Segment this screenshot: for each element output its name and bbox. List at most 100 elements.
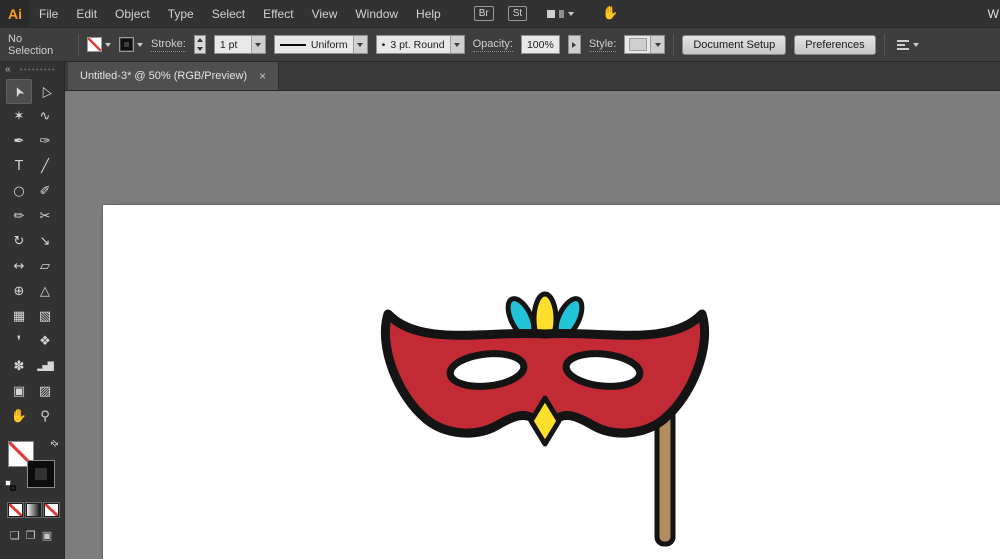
slice-tool[interactable]: ▨ <box>32 379 58 404</box>
touch-workspace-icon[interactable]: ✋ <box>602 6 618 21</box>
menu-object[interactable]: Object <box>106 7 159 21</box>
free-transform-tool[interactable]: ▱ <box>32 254 58 279</box>
column-graph-tool[interactable]: ▂▅█ <box>32 354 58 379</box>
align-options-dropdown[interactable] <box>897 40 919 50</box>
brush-bullet-icon: • <box>377 39 391 51</box>
fill-none-swatch <box>87 37 102 52</box>
pencil-tool-icon: ✏ <box>14 210 25 223</box>
menu-window[interactable]: Window <box>346 7 407 21</box>
stroke-profile-preview <box>280 44 306 46</box>
brush-definition-field[interactable]: • 3 pt. Round <box>376 35 465 54</box>
separator <box>673 34 674 56</box>
collapse-panel-icon[interactable]: « <box>5 64 11 75</box>
opacity-dropdown-icon[interactable] <box>568 35 581 54</box>
style-panel-link[interactable]: Style: <box>589 38 617 52</box>
menu-type[interactable]: Type <box>159 7 203 21</box>
blend-tool[interactable]: ❖ <box>32 329 58 354</box>
chevron-down-icon <box>137 43 143 47</box>
draw-normal-mode[interactable]: ❑ <box>10 529 20 542</box>
paintbrush-tool[interactable]: ✐ <box>32 179 58 204</box>
type-tool[interactable]: T <box>6 154 32 179</box>
fill-color-dropdown[interactable] <box>87 37 111 52</box>
pen-tool[interactable]: ✒ <box>6 129 32 154</box>
rotate-tool[interactable]: ↻ <box>6 229 32 254</box>
gradient-tool[interactable]: ▧ <box>32 304 58 329</box>
mesh-tool[interactable]: ▦ <box>6 304 32 329</box>
width-profile-field[interactable]: Uniform <box>274 35 368 54</box>
symbol-sprayer-tool[interactable]: ✽ <box>6 354 32 379</box>
opacity-panel-link[interactable]: Opacity: <box>473 38 513 52</box>
menu-file[interactable]: File <box>30 7 67 21</box>
hand-tool-icon: ✋ <box>11 410 27 423</box>
menu-view[interactable]: View <box>303 7 347 21</box>
zoom-tool[interactable]: ⚲ <box>32 404 58 429</box>
perspective-grid-tool[interactable]: △ <box>32 279 58 304</box>
stroke-weight-dropdown-icon[interactable] <box>251 36 265 53</box>
perspective-grid-tool-icon: △ <box>40 285 50 298</box>
selection-tool[interactable]: ➤ <box>6 79 32 104</box>
stroke-ring-icon <box>121 39 132 50</box>
ellipse-tool[interactable]: ○ <box>6 179 32 204</box>
hand-tool[interactable]: ✋ <box>6 404 32 429</box>
stepper-up-icon[interactable] <box>195 36 205 45</box>
paintbrush-tool-icon: ✐ <box>40 185 51 198</box>
artboard-tool[interactable]: ▣ <box>6 379 32 404</box>
menu-effect[interactable]: Effect <box>254 7 302 21</box>
lasso-tool[interactable]: ∿ <box>32 104 58 129</box>
width-tool[interactable]: ↔ <box>6 254 32 279</box>
line-segment-tool[interactable]: ╱ <box>32 154 58 179</box>
scissors-tool[interactable]: ✂ <box>32 204 58 229</box>
gradient-button[interactable] <box>26 503 41 517</box>
menu-help[interactable]: Help <box>407 7 450 21</box>
direct-selection-tool[interactable]: ▷ <box>32 79 58 104</box>
lasso-tool-icon: ∿ <box>40 110 51 123</box>
width-profile-value: Uniform <box>306 39 353 51</box>
menu-select[interactable]: Select <box>203 7 254 21</box>
style-dropdown-icon[interactable] <box>650 36 664 53</box>
line-segment-tool-icon: ╱ <box>41 160 49 173</box>
control-bar: No Selection Stroke: 1 pt Uniform • 3 pt… <box>0 28 1000 62</box>
chevron-down-icon <box>568 12 574 16</box>
drawing-mode-row: ❑ ❒ ▣ <box>10 529 64 542</box>
curvature-tool[interactable]: ✑ <box>32 129 58 154</box>
opacity-field[interactable]: 100% <box>521 35 560 54</box>
scale-tool-icon: ↘ <box>40 235 51 248</box>
stroke-color-dropdown[interactable] <box>119 37 143 52</box>
width-profile-dropdown-icon[interactable] <box>353 36 367 53</box>
preferences-button[interactable]: Preferences <box>794 35 875 55</box>
swap-fill-stroke-icon[interactable]: ⇄ <box>48 438 60 450</box>
menu-edit[interactable]: Edit <box>67 7 106 21</box>
draw-behind-mode[interactable]: ❒ <box>26 529 36 542</box>
magic-wand-tool-icon: ✶ <box>14 110 25 123</box>
pen-tool-icon: ✒ <box>14 135 25 148</box>
document-area: Untitled-3* @ 50% (RGB/Preview) × <box>65 62 1000 559</box>
stroke-weight-stepper[interactable] <box>194 35 206 54</box>
document-tab[interactable]: Untitled-3* @ 50% (RGB/Preview) × <box>68 62 279 90</box>
scale-tool[interactable]: ↘ <box>32 229 58 254</box>
eyedropper-tool[interactable]: ❜ <box>6 329 32 354</box>
brush-dropdown-icon[interactable] <box>450 36 464 53</box>
pencil-tool[interactable]: ✏ <box>6 204 32 229</box>
magic-wand-tool[interactable]: ✶ <box>6 104 32 129</box>
close-icon[interactable]: × <box>259 70 266 82</box>
color-button[interactable] <box>8 503 23 517</box>
tab-bar: Untitled-3* @ 50% (RGB/Preview) × <box>65 62 1000 91</box>
panel-grip[interactable] <box>19 67 55 72</box>
brush-definition-value: 3 pt. Round <box>390 39 449 51</box>
draw-inside-mode[interactable]: ▣ <box>42 529 52 542</box>
stroke-panel-link[interactable]: Stroke: <box>151 38 186 52</box>
document-setup-button[interactable]: Document Setup <box>682 35 786 55</box>
default-fill-stroke-icon[interactable] <box>5 480 16 491</box>
style-field[interactable] <box>624 35 665 54</box>
tools-panel-header: « <box>0 62 64 77</box>
shape-builder-tool[interactable]: ⊕ <box>6 279 32 304</box>
mask-artwork[interactable] <box>380 288 715 559</box>
none-button[interactable] <box>44 503 59 517</box>
bridge-badge[interactable]: Br <box>474 6 494 21</box>
stroke-weight-field[interactable]: 1 pt <box>214 35 266 54</box>
shape-builder-tool-icon: ⊕ <box>14 285 25 298</box>
workspace-switcher-icon[interactable] <box>547 10 574 18</box>
stroke-swatch-button[interactable] <box>28 461 54 487</box>
stock-badge[interactable]: St <box>508 6 527 21</box>
stepper-down-icon[interactable] <box>195 45 205 54</box>
